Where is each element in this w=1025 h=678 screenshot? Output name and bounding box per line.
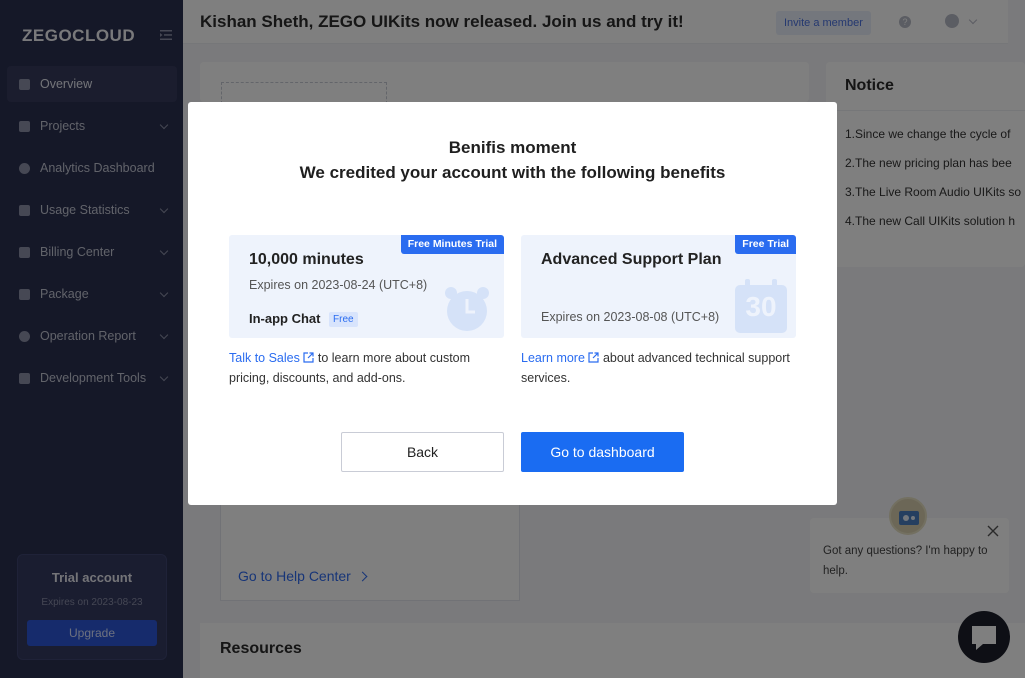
benefit-card-support: Free Trial Advanced Support Plan Expires…: [521, 235, 796, 338]
external-link-icon: [588, 352, 599, 363]
benefit-badge: Free Trial: [735, 235, 796, 254]
benefits-modal: Benifis moment We credited your account …: [188, 102, 837, 505]
benefit-description: Learn more about advanced technical suppo…: [521, 348, 801, 388]
benefit-title: Advanced Support Plan: [541, 251, 722, 268]
benefit-badge: Free Minutes Trial: [400, 235, 504, 254]
go-to-dashboard-button[interactable]: Go to dashboard: [521, 432, 684, 472]
modal-subtitle: We credited your account with the follow…: [299, 163, 726, 182]
alarm-clock-icon: [445, 287, 489, 331]
learn-more-link[interactable]: Learn more: [521, 351, 603, 365]
talk-to-sales-link[interactable]: Talk to Sales: [229, 351, 318, 365]
benefit-expiry: Expires on 2023-08-08 (UTC+8): [541, 310, 720, 324]
link-label: Talk to Sales: [229, 351, 300, 365]
link-label: Learn more: [521, 351, 585, 365]
external-link-icon: [303, 352, 314, 363]
modal-title: Benifis moment: [448, 138, 577, 157]
benefit-card-minutes: Free Minutes Trial 10,000 minutes Expire…: [229, 235, 504, 338]
benefit-description: Talk to Sales to learn more about custom …: [229, 348, 509, 388]
free-tag: Free: [329, 312, 358, 327]
benefit-expiry: Expires on 2023-08-24 (UTC+8): [249, 278, 428, 292]
in-app-chat-label: In-app Chat: [249, 311, 321, 326]
calendar-icon: 30: [735, 279, 787, 333]
back-button[interactable]: Back: [341, 432, 504, 472]
benefit-title: 10,000 minutes: [249, 251, 364, 268]
calendar-number: 30: [745, 291, 777, 322]
